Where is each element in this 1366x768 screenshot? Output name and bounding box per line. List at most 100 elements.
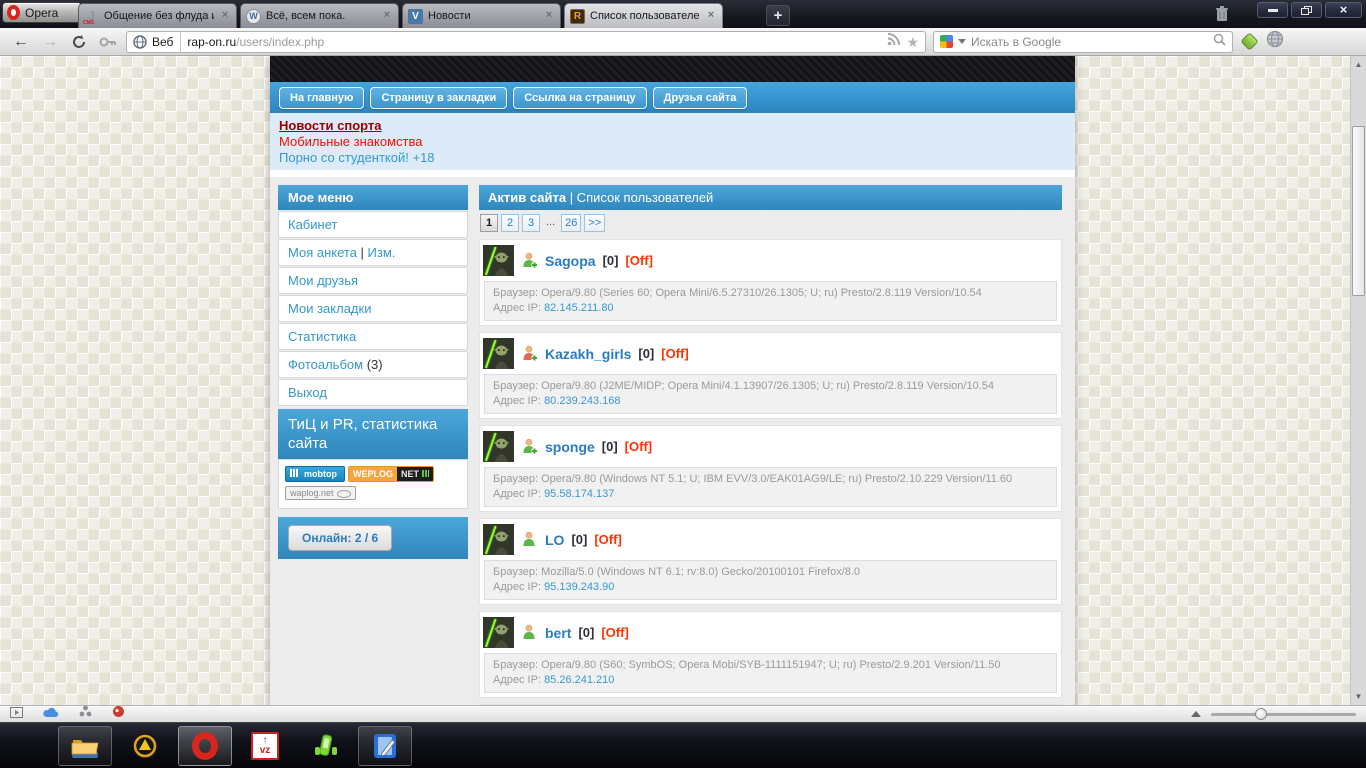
scroll-down-arrow[interactable]: ▼ [1351, 689, 1366, 704]
online-box: Онлайн: 2 / 6 [278, 517, 468, 560]
pagination-item[interactable]: 2 [501, 214, 519, 232]
taskbar-qip-button[interactable] [298, 726, 352, 766]
restore-button[interactable] [1291, 2, 1322, 18]
taskbar-explorer-button[interactable] [58, 726, 112, 766]
taskbar-daemon-tools-button[interactable] [118, 726, 172, 766]
user-status: [Off] [624, 439, 653, 454]
browser-tab[interactable]: R Список пользователей [564, 3, 723, 28]
username-link[interactable]: LO [545, 532, 564, 548]
site-nav-button[interactable]: Ссылка на страницу [513, 86, 647, 109]
mobtop-counter[interactable]: mobtop [285, 466, 345, 482]
weplog-counter[interactable]: WEPLOG NET [348, 466, 434, 482]
online-count-button[interactable]: Онлайн: 2 / 6 [288, 525, 393, 552]
taskbar-opera-button[interactable] [178, 726, 232, 766]
user-avatar[interactable] [483, 524, 514, 555]
site-nav-button[interactable]: Друзья сайта [652, 86, 748, 109]
taskbar-bluedoc-button[interactable] [358, 726, 412, 766]
opera-turbo-icon[interactable] [1240, 32, 1259, 51]
user-avatar[interactable] [483, 338, 514, 369]
tab-close-icon[interactable] [543, 10, 555, 22]
pagination-item[interactable]: 3 [522, 214, 540, 232]
close-button[interactable]: × [1325, 2, 1362, 18]
user-avatar[interactable] [483, 431, 514, 462]
explorer-folder-icon [71, 740, 99, 758]
opera-unite-icon[interactable] [79, 705, 92, 723]
username-link[interactable]: sponge [545, 439, 595, 455]
closed-tabs-trash-icon[interactable] [1212, 5, 1232, 23]
browser-tab[interactable]: V Новости [402, 3, 561, 28]
pagination-item[interactable]: 1 [480, 214, 498, 232]
minimize-button[interactable] [1257, 2, 1288, 18]
rss-icon[interactable] [887, 32, 901, 51]
window-controls: × [1257, 2, 1362, 18]
user-ip[interactable]: 80.239.243.168 [544, 395, 620, 407]
bars-icon [422, 470, 429, 477]
reload-button[interactable] [68, 32, 90, 52]
pagination-item[interactable]: 26 [561, 214, 582, 232]
waplog-counter[interactable]: waplog.net [285, 486, 356, 500]
tab-close-icon[interactable] [381, 10, 393, 22]
username-link[interactable]: bert [545, 625, 571, 641]
site-nav-button[interactable]: Страницу в закладки [370, 86, 508, 109]
user-info-box: Браузер: Opera/9.80 (J2ME/MIDP; Opera Mi… [484, 374, 1057, 414]
sidebar-menu-item[interactable]: Фотоальбом (3) [278, 351, 468, 378]
url-field[interactable]: Веб rap-on.ru/users/index.php ★ [126, 30, 926, 53]
notification-icon[interactable] [112, 705, 125, 723]
password-key-icon[interactable] [97, 32, 119, 52]
panels-toggle-icon[interactable] [10, 705, 23, 723]
scrollbar-thumb[interactable] [1352, 126, 1365, 296]
zoom-menu-icon[interactable] [1191, 711, 1201, 717]
web-badge[interactable]: Веб [133, 31, 182, 52]
user-count: [0] [578, 625, 595, 640]
username-link[interactable]: Kazakh_girls [545, 346, 631, 362]
user-avatar[interactable] [483, 245, 514, 276]
taskbar-vz-button[interactable]: ↑ vz [238, 726, 292, 766]
search-field[interactable] [933, 30, 1233, 53]
search-magnifier-icon[interactable] [1213, 33, 1226, 51]
sidebar-menu-item[interactable]: Кабинет [278, 211, 468, 238]
site-nav-button[interactable]: На главную [279, 86, 365, 109]
opera-logo-icon [7, 5, 20, 20]
scroll-up-arrow[interactable]: ▲ [1351, 57, 1366, 72]
panels-globe-icon[interactable] [1266, 30, 1284, 53]
user-ip[interactable]: 95.139.243.90 [544, 581, 614, 593]
user-info-box: Браузер: Opera/9.80 (Series 60; Opera Mi… [484, 281, 1057, 321]
promo-link-sports[interactable]: Новости спорта [279, 118, 1075, 134]
browser-tab[interactable]: W Всё, всем пока. [240, 3, 399, 28]
tab-close-icon[interactable] [219, 10, 231, 22]
zoom-slider[interactable] [1211, 707, 1356, 720]
zoom-slider-knob[interactable] [1254, 707, 1267, 720]
user-status: [Off] [601, 625, 629, 640]
browser-tab[interactable]: JCMS Общение без флуда и... [78, 3, 237, 28]
sidebar-menu-item[interactable]: Мои закладки [278, 295, 468, 322]
tab-favicon: J CMS [83, 9, 95, 26]
pagination-item[interactable]: ... [543, 214, 558, 232]
forward-button[interactable]: → [39, 32, 61, 52]
user-ip[interactable]: 82.145.211.80 [544, 302, 614, 314]
pagination-item[interactable]: >> [584, 214, 606, 232]
search-input[interactable] [971, 34, 1208, 49]
sidebar-menu-item[interactable]: Моя анкета | Изм. [278, 239, 468, 266]
site-header-strip [270, 56, 1075, 82]
opera-menu-button[interactable]: Opera [2, 2, 82, 23]
opera-link-cloud-icon[interactable] [43, 705, 59, 723]
user-ip[interactable]: 95.58.174.137 [544, 488, 614, 500]
username-link[interactable]: Sagopa [545, 253, 596, 269]
browser-status-bar [0, 705, 1366, 722]
new-tab-button[interactable] [766, 5, 790, 26]
site-page: На главную Страницу в закладки Ссылка на… [270, 56, 1075, 705]
search-engine-dropdown-icon[interactable] [958, 39, 966, 44]
promo-link-dating[interactable]: Мобильные знакомства [279, 134, 1075, 150]
bookmark-star-icon[interactable]: ★ [906, 35, 919, 49]
sidebar-menu-item[interactable]: Статистика [278, 323, 468, 350]
user-info-box: Браузер: Opera/9.80 (S60; SymbOS; Opera … [484, 653, 1057, 693]
tab-close-icon[interactable] [705, 10, 717, 22]
user-ip[interactable]: 85.26.241.210 [544, 674, 614, 686]
promo-link-adult[interactable]: Порно со студенткой! +18 [279, 150, 1075, 166]
sidebar-menu-item[interactable]: Мои друзья [278, 267, 468, 294]
page-scrollbar[interactable]: ▲ ▼ [1350, 56, 1366, 705]
user-avatar[interactable] [483, 617, 514, 648]
ip-label: Адрес IP: [493, 488, 541, 500]
back-button[interactable]: ← [10, 32, 32, 52]
sidebar-menu-item[interactable]: Выход [278, 379, 468, 406]
